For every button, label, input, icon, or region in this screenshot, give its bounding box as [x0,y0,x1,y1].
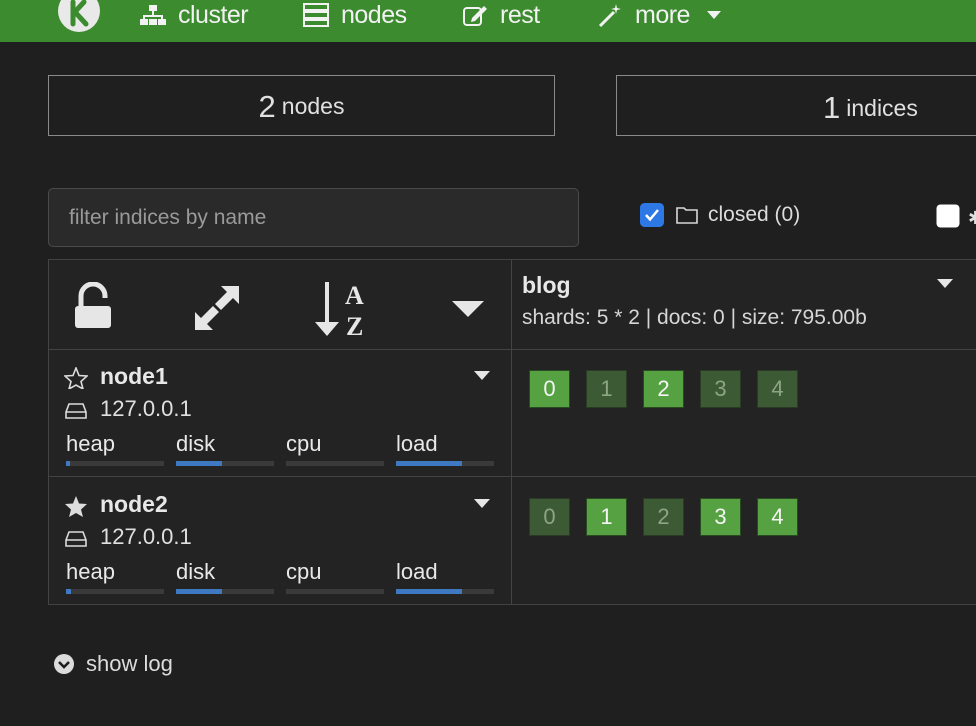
metric-cpu-label: cpu [286,559,322,584]
closed-label: closed (0) [708,203,801,226]
checkbox-checked-icon[interactable] [640,203,664,227]
caret-down-icon[interactable] [451,300,485,318]
magic-wand-icon [598,4,621,27]
hdd-icon [65,531,87,547]
shard-1[interactable]: 1 [586,370,627,408]
index-menu-caret-icon[interactable] [936,278,954,289]
star-outline-icon [64,367,88,389]
show-log-label: show log [86,651,173,676]
nav-nodes-label: nodes [341,0,407,29]
heap-bar [66,461,164,466]
indices-label: indices [846,94,918,121]
node-ip: 127.0.0.1 [100,396,192,421]
nav-more[interactable]: more [597,0,722,30]
grid-toolbar-cell: A Z [48,259,512,350]
metric-disk-label: disk [176,431,216,456]
svg-text:A: A [345,281,364,310]
shard-4[interactable]: 4 [757,370,798,408]
special-indices-checkbox[interactable] [936,204,960,233]
metric-heap-label: heap [66,559,115,584]
cpu-bar [286,589,384,594]
node1-shards-cell: 0 1 2 3 4 [511,349,976,477]
metric-heap-label: heap [66,431,115,456]
disk-bar [176,461,274,466]
shard-0[interactable]: 0 [529,498,570,536]
special-indices-icon: ✱ [968,208,976,228]
shard-0[interactable]: 0 [529,370,570,408]
hdd-icon [65,403,87,419]
server-icon [303,3,329,27]
metric-load-label: load [396,431,438,456]
expand-icon[interactable] [191,282,243,334]
sort-alpha-icon[interactable]: A Z [315,280,371,340]
node-menu-caret-icon[interactable] [473,498,491,509]
show-log-toggle[interactable]: show log [53,651,173,677]
index-header-cell: blog shards: 5 * 2 | docs: 0 | size: 795… [511,259,976,350]
node-name[interactable]: node1 [100,363,168,390]
nodes-label: nodes [281,93,345,119]
node2-shards-cell: 0 1 2 3 4 [511,476,976,605]
edit-icon [463,6,487,26]
shard-2[interactable]: 2 [643,498,684,536]
indices-count: 1 [823,90,841,125]
nav-rest-label: rest [500,0,540,29]
sitemap-icon [140,5,166,25]
kopf-logo-icon [70,0,89,27]
shard-2[interactable]: 2 [643,370,684,408]
nav-cluster-label: cluster [178,0,249,29]
node-row-node2: node2 127.0.0.1 heap disk cpu load [48,476,512,605]
folder-icon [676,207,698,224]
cpu-bar [286,461,384,466]
closed-indices-toggle[interactable]: closed (0) [640,203,800,227]
indices-stat-box: 1 indices [616,75,976,136]
metric-load-label: load [396,559,438,584]
metric-cpu-label: cpu [286,431,322,456]
star-filled-icon [65,496,87,517]
chevron-circle-down-icon [54,654,74,674]
unlock-icon[interactable] [73,282,113,330]
nav-more-label: more [635,0,690,29]
nav-rest[interactable]: rest [462,0,540,30]
checkbox-unchecked-icon[interactable] [936,204,960,228]
nav-cluster[interactable]: cluster [140,0,249,30]
shard-3[interactable]: 3 [700,498,741,536]
metric-disk-label: disk [176,559,216,584]
nodes-stat-box: 2 nodes [48,75,555,136]
index-info: shards: 5 * 2 | docs: 0 | size: 795.00b [522,306,867,329]
node-name[interactable]: node2 [100,491,168,518]
shard-3[interactable]: 3 [700,370,741,408]
index-name[interactable]: blog [522,272,571,299]
app-logo[interactable] [58,0,100,32]
load-bar [396,589,494,594]
top-navbar: cluster nodes rest more [0,0,976,42]
svg-text:Z: Z [346,312,363,340]
load-bar [396,461,494,466]
nav-nodes[interactable]: nodes [303,0,407,30]
node-menu-caret-icon[interactable] [473,370,491,381]
heap-bar [66,589,164,594]
nodes-count: 2 [258,88,276,124]
shard-1[interactable]: 1 [586,498,627,536]
filter-indices-input[interactable] [48,188,579,247]
disk-bar [176,589,274,594]
shard-4[interactable]: 4 [757,498,798,536]
node-ip: 127.0.0.1 [100,524,192,549]
caret-down-icon [706,11,721,19]
node-row-node1: node1 127.0.0.1 heap disk cpu load [48,349,512,477]
